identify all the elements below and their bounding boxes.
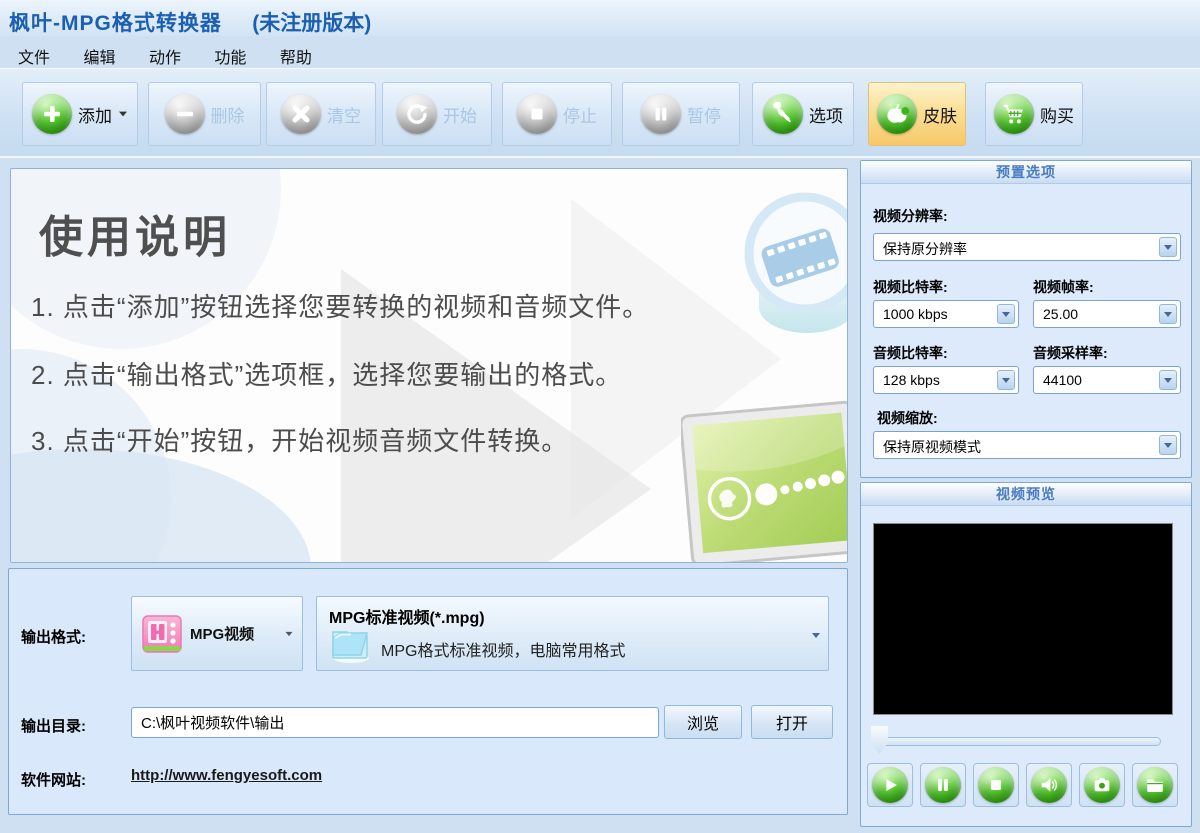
instructions-title: 使用说明	[39, 213, 231, 262]
video-scale-select[interactable]: 保持原视频模式	[873, 431, 1181, 459]
delete-button[interactable]: 删除	[148, 82, 261, 146]
options-button[interactable]: 选项	[752, 82, 854, 146]
remove-minus-icon	[164, 94, 205, 134]
start-arrow-icon	[397, 94, 437, 134]
menu-file[interactable]: 文件	[10, 42, 58, 70]
title-bar: 枫叶-MPG格式转换器 (未注册版本)	[0, 0, 1200, 36]
chevron-down-icon	[1159, 370, 1177, 390]
output-format-description[interactable]: MPG标准视频(*.mpg) MPG格式标准视频，电脑常用格式	[316, 596, 829, 671]
toolbar: 添加 删除 清空 开始 停止 暂停 选项 皮肤 购买	[0, 68, 1200, 158]
preview-stop-button[interactable]	[973, 763, 1019, 807]
output-dir-input[interactable]	[131, 707, 659, 738]
add-plus-icon	[32, 94, 72, 134]
video-framerate-select[interactable]: 25.00	[1033, 300, 1181, 328]
preview-panel-header: 视频预览	[861, 483, 1191, 506]
clear-x-icon	[281, 94, 321, 134]
preset-panel-header: 预置选项	[861, 161, 1191, 184]
camera-icon	[1084, 767, 1120, 803]
chevron-down-icon	[1159, 237, 1177, 257]
video-scale-label: 视频缩放:	[877, 410, 938, 426]
chevron-down-icon	[1159, 435, 1177, 455]
browse-button[interactable]: 浏览	[664, 705, 742, 739]
pause-icon	[925, 767, 961, 803]
preview-play-button[interactable]	[867, 763, 913, 807]
stop-button[interactable]: 停止	[502, 82, 612, 146]
buy-cart-icon	[994, 94, 1034, 134]
seek-slider-track[interactable]	[877, 737, 1161, 746]
output-panel: 输出格式: MPG视频 MPG标准视频(*.mpg) MPG格式标准视频，电脑常…	[8, 568, 848, 815]
stop-square-icon	[517, 94, 557, 134]
preview-pause-button[interactable]	[920, 763, 966, 807]
folder-icon	[332, 631, 369, 663]
skin-apple-icon	[877, 94, 917, 134]
video-display	[873, 523, 1173, 715]
preview-open-folder-button[interactable]	[1132, 763, 1178, 807]
audio-samplerate-label: 音频采样率:	[1033, 345, 1108, 361]
audio-bitrate-select[interactable]: 128 kbps	[873, 366, 1019, 394]
start-button[interactable]: 开始	[382, 82, 492, 146]
pause-icon	[641, 94, 681, 134]
buy-button[interactable]: 购买	[985, 82, 1083, 146]
menu-feature[interactable]: 功能	[206, 42, 254, 70]
instruction-step-1: 1. 点击“添加”按钮选择您要转换的视频和音频文件。	[31, 292, 650, 322]
video-bitrate-label: 视频比特率:	[873, 279, 948, 295]
menu-help[interactable]: 帮助	[272, 42, 320, 70]
clear-button[interactable]: 清空	[266, 82, 376, 146]
audio-bitrate-label: 音频比特率:	[873, 345, 948, 361]
volume-speaker-icon	[1031, 767, 1067, 803]
chevron-down-icon	[812, 633, 820, 638]
pause-button[interactable]: 暂停	[622, 82, 740, 146]
seek-slider-thumb[interactable]	[871, 726, 888, 754]
menu-action[interactable]: 动作	[141, 42, 189, 70]
folder-icon	[1137, 767, 1173, 803]
chevron-down-icon	[1159, 304, 1177, 324]
output-format-label: 输出格式:	[21, 629, 86, 646]
preview-volume-button[interactable]	[1026, 763, 1072, 807]
skin-button[interactable]: 皮肤	[868, 82, 966, 146]
video-resolution-select[interactable]: 保持原分辨率	[873, 233, 1181, 261]
menu-edit[interactable]: 编辑	[75, 42, 123, 70]
instruction-step-3: 3. 点击“开始”按钮，开始视频音频文件转换。	[31, 426, 569, 456]
site-label: 软件网站:	[21, 772, 86, 789]
unregistered-badge: (未注册版本)	[252, 12, 372, 35]
video-resolution-label: 视频分辨率:	[873, 208, 948, 224]
preset-options-panel: 预置选项 视频分辨率: 保持原分辨率 视频比特率: 视频帧率: 1000 kbp…	[860, 160, 1192, 478]
app-window: 枫叶-MPG格式转换器 (未注册版本) 文件 编辑 动作 功能 帮助 添加 删除	[0, 0, 1200, 833]
instructions-panel: 使用说明 1. 点击“添加”按钮选择您要转换的视频和音频文件。 2. 点击“输出…	[10, 168, 848, 563]
monitor-graphic	[681, 400, 847, 562]
add-dropdown-caret	[119, 111, 127, 117]
output-dir-label: 输出目录:	[21, 718, 86, 735]
instruction-step-2: 2. 点击“输出格式”选项框，选择您要输出的格式。	[31, 360, 623, 390]
website-link[interactable]: http://www.fengyesoft.com	[131, 767, 322, 784]
audio-samplerate-select[interactable]: 44100	[1033, 366, 1181, 394]
add-button[interactable]: 添加	[22, 82, 138, 146]
open-button[interactable]: 打开	[751, 705, 833, 739]
video-preview-panel: 视频预览	[860, 482, 1192, 827]
preview-snapshot-button[interactable]	[1079, 763, 1125, 807]
window-title: 枫叶-MPG格式转换器	[9, 12, 222, 35]
chevron-down-icon	[997, 304, 1015, 324]
output-format-select[interactable]: MPG视频	[131, 596, 303, 671]
play-icon	[872, 767, 908, 803]
film-reel-graphic	[744, 192, 847, 333]
stop-square-icon	[978, 767, 1014, 803]
video-framerate-label: 视频帧率:	[1033, 279, 1094, 295]
menu-bar: 文件 编辑 动作 功能 帮助	[0, 36, 1200, 68]
mpg-format-icon	[142, 614, 182, 653]
chevron-down-icon	[997, 370, 1015, 390]
video-bitrate-select[interactable]: 1000 kbps	[873, 300, 1019, 328]
options-tools-icon	[763, 94, 803, 134]
format-dropdown-caret	[285, 631, 293, 636]
